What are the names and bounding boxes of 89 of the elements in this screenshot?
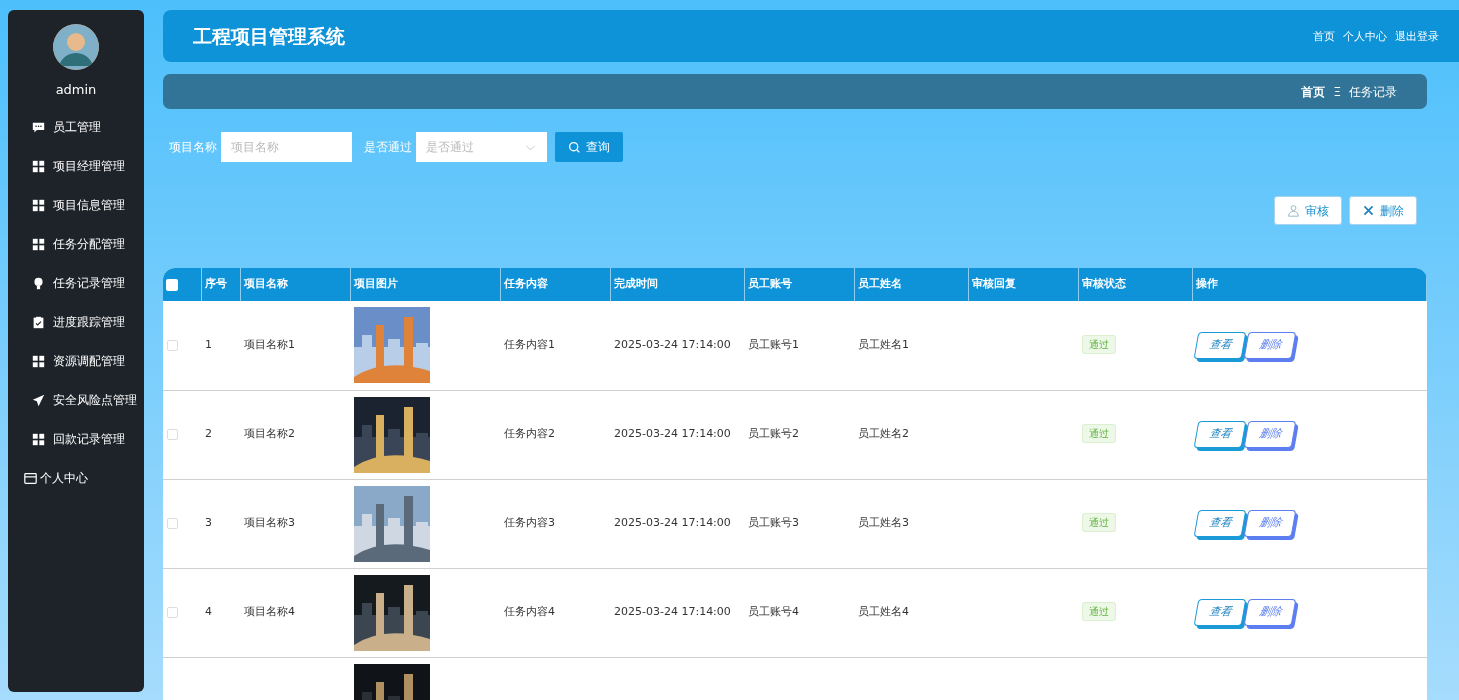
sidebar-item[interactable]: 项目信息管理 [8,185,144,225]
table-cell: 3 [205,516,212,530]
table-cell: 项目名称1 [244,338,295,351]
table-cell: 项目名称3 [244,516,295,530]
search-button[interactable]: 查询 [555,132,623,162]
row-checkbox[interactable] [167,518,178,529]
column-header: 任务内容 [503,277,548,291]
sidebar-item[interactable]: 安全风险点管理 [8,380,144,420]
delete-button[interactable]: 删除 [1243,421,1297,448]
row-checkbox[interactable] [167,429,178,440]
delete-button[interactable]: 删除 [1349,196,1417,225]
sidebar-item[interactable]: 项目经理管理 [8,146,144,186]
column-header: 序号 [204,277,227,291]
grid-icon [32,237,45,251]
table-cell: 项目名称2 [244,427,295,441]
table-cell: 任务内容4 [504,605,555,619]
column-header: 审核回复 [971,277,1016,291]
table-cell: 员工账号2 [748,427,799,441]
table-cell: 2 [205,427,212,441]
delete-button[interactable]: 删除 [1243,332,1297,359]
column-header: 完成时间 [613,277,658,291]
header-link[interactable]: 个人中心 [1343,29,1387,43]
column-header: 员工姓名 [857,277,902,291]
table-cell: 任务内容2 [504,427,555,441]
table-cell: 1 [205,338,212,351]
column-header: 操作 [1195,277,1218,291]
column-header: 员工账号 [747,277,792,291]
search-field[interactable]: 项目名称 [221,132,352,162]
table-cell: 4 [205,605,212,619]
bulb-icon [32,276,45,290]
row-checkbox[interactable] [167,607,178,618]
grid-icon [32,354,45,368]
delete-button[interactable]: 删除 [1243,510,1297,537]
sidebar-item[interactable]: 任务分配管理 [8,224,144,264]
table-cell: 员工账号1 [748,338,799,351]
header-link[interactable]: 首页 [1313,29,1335,43]
table-cell: 员工姓名3 [858,516,909,530]
table-cell: 2025-03-24 17:14:00 [614,605,731,619]
table-cell: 员工姓名2 [858,427,909,441]
table-cell: 2025-03-24 17:14:00 [614,338,731,351]
select-all-checkbox[interactable] [166,278,178,291]
status-tag: 通过 [1082,602,1116,622]
column-header: 项目图片 [353,277,398,291]
sidebar-item[interactable]: 任务记录管理 [8,263,144,303]
send-icon [32,393,45,407]
view-button[interactable]: 查看 [1193,332,1247,359]
delete-button[interactable]: 删除 [1243,599,1297,626]
breadcrumb-link[interactable]: 首页 [1301,82,1326,101]
sidebar-item[interactable]: 回款记录管理 [8,419,144,459]
sidebar-item[interactable]: 员工管理 [8,107,144,147]
table-cell: 任务内容3 [504,516,555,530]
chat-icon [32,120,45,134]
field-label: 项目名称 [169,139,217,156]
table-cell: 2025-03-24 17:14:00 [614,427,731,441]
status-tag: 通过 [1082,335,1116,354]
column-header: 审核状态 [1081,277,1126,291]
username: admin [54,81,98,99]
grid-icon [32,198,45,212]
view-button[interactable]: 查看 [1193,510,1247,537]
status-tag: 通过 [1082,513,1116,533]
header-link[interactable]: 退出登录 [1395,29,1439,43]
status-tag: 通过 [1082,424,1116,444]
breadcrumb-separator: Ξ [1333,83,1341,101]
close-icon [1362,204,1375,217]
row-checkbox[interactable] [167,339,178,351]
sidebar-item[interactable]: 资源调配管理 [8,341,144,381]
sidebar-item[interactable]: 进度跟踪管理 [8,302,144,342]
avatar-icon [53,24,99,70]
card-icon [24,471,37,485]
field-label: 是否通过 [364,139,412,156]
clipboard-icon [32,315,45,329]
breadcrumb-current: 任务记录 [1349,83,1397,101]
table-cell: 项目名称4 [244,605,295,619]
table-cell: 任务内容1 [504,338,555,351]
view-button[interactable]: 查看 [1193,421,1247,448]
view-button[interactable]: 查看 [1193,599,1247,626]
sidebar-item[interactable]: 个人中心 [8,458,144,498]
app-title: 工程项目管理系统 [193,23,345,49]
grid-icon [32,159,45,173]
grid-icon [32,432,45,446]
table-cell: 员工账号4 [748,605,799,619]
search-icon [568,140,581,154]
table-cell: 员工姓名4 [858,605,909,619]
table-cell: 员工姓名1 [858,338,909,351]
user-icon [1287,204,1300,217]
table-cell: 员工账号3 [748,516,799,530]
column-header: 项目名称 [243,277,288,291]
audit-button[interactable]: 审核 [1274,196,1342,225]
table-cell: 2025-03-24 17:14:00 [614,516,731,530]
